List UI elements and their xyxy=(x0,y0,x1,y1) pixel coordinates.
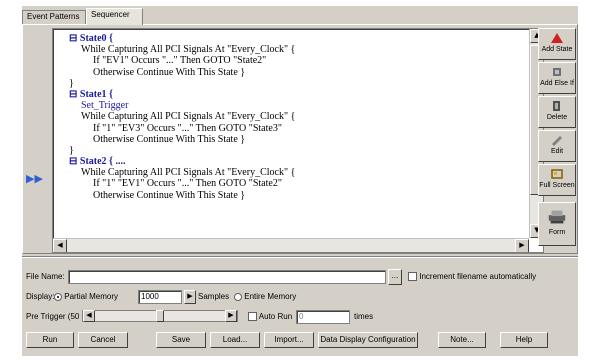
samples-input[interactable]: 1000 xyxy=(138,290,182,304)
add-state-button[interactable]: Add State xyxy=(538,28,576,60)
note-button[interactable]: Note... xyxy=(438,332,486,348)
sequencer-editor[interactable]: ⊟ State0 {While Capturing All PCI Signal… xyxy=(52,28,544,253)
delete-icon xyxy=(553,101,560,111)
entire-memory-radio[interactable]: Entire Memory xyxy=(234,292,296,301)
full-screen-label: Full Screen xyxy=(539,182,575,189)
display-label: Display: xyxy=(26,292,55,301)
code-line[interactable]: Set_Trigger xyxy=(59,100,523,111)
form-label: Form xyxy=(548,229,566,236)
save-button[interactable]: Save xyxy=(156,332,206,348)
add-else-if-button[interactable]: Add Else If xyxy=(538,62,576,94)
auto-run-checkbox[interactable]: Auto Run xyxy=(248,312,293,322)
file-name-input[interactable] xyxy=(68,270,386,284)
slider-right-icon[interactable]: ▶ xyxy=(225,310,237,322)
form-button[interactable]: Form xyxy=(538,202,576,246)
code-line[interactable]: While Capturing All PCI Signals At "Ever… xyxy=(59,167,523,178)
edit-icon xyxy=(552,136,562,146)
cancel-button[interactable]: Cancel xyxy=(78,332,128,348)
increment-filename-checkbox[interactable]: Increment filename automatically xyxy=(408,272,537,282)
edit-label: Edit xyxy=(550,148,564,155)
samples-label: Samples xyxy=(198,292,230,301)
auto-run-count-value: 0 xyxy=(299,312,304,321)
auto-run-label: Auto Run xyxy=(258,312,293,321)
pretrigger-slider[interactable]: ◀ ▶ xyxy=(82,310,238,322)
load-button[interactable]: Load... xyxy=(210,332,260,348)
entire-memory-radio-dot[interactable] xyxy=(234,292,242,301)
code-line[interactable]: Otherwise Continue With This State } xyxy=(59,67,523,78)
add-state-label: Add State xyxy=(541,46,573,53)
code-line[interactable]: If "1" "EV1" Occurs "..." Then GOTO "Sta… xyxy=(59,178,523,189)
import-button[interactable]: Import... xyxy=(264,332,314,348)
code-line[interactable]: If "1" "EV3" Occurs "..." Then GOTO "Sta… xyxy=(59,123,523,134)
form-icon xyxy=(548,210,566,224)
auto-run-count-input[interactable]: 0 xyxy=(296,310,350,324)
code-line[interactable]: ⊟ State2 { .... xyxy=(59,156,523,167)
tab-sequencer[interactable]: Sequencer xyxy=(86,8,143,25)
full-screen-icon xyxy=(551,169,563,179)
times-label: times xyxy=(354,312,374,321)
code-listing: ⊟ State0 {While Capturing All PCI Signal… xyxy=(59,33,523,201)
code-line[interactable]: Otherwise Continue With This State } xyxy=(59,134,523,145)
code-line[interactable]: ⊟ State0 { xyxy=(59,33,523,44)
samples-value: 1000 xyxy=(141,292,159,301)
partial-memory-radio[interactable]: Partial Memory xyxy=(54,292,118,301)
code-line[interactable]: ⊟ State1 { xyxy=(59,89,523,100)
partial-memory-radio-dot[interactable] xyxy=(54,292,62,301)
current-state-marker-icon: ▶▶ xyxy=(26,172,43,185)
code-line[interactable]: } xyxy=(59,78,523,89)
scroll-right-icon[interactable]: ▶ xyxy=(515,239,529,252)
samples-spin-icon[interactable]: ▶ xyxy=(184,290,196,304)
delete-button[interactable]: Delete xyxy=(538,96,576,128)
divider xyxy=(22,256,578,257)
increment-filename-label: Increment filename automatically xyxy=(419,272,537,281)
code-line[interactable]: If "EV1" Occurs "..." Then GOTO "State2" xyxy=(59,55,523,66)
slider-thumb[interactable] xyxy=(156,310,164,322)
slider-left-icon[interactable]: ◀ xyxy=(83,310,95,322)
code-line[interactable]: Otherwise Continue With This State } xyxy=(59,190,523,201)
add-else-if-label: Add Else If xyxy=(540,80,574,87)
partial-memory-label: Partial Memory xyxy=(64,292,119,301)
run-button[interactable]: Run xyxy=(26,332,74,348)
tab-event-patterns[interactable]: Event Patterns xyxy=(22,10,86,24)
full-screen-button[interactable]: Full Screen xyxy=(538,164,576,196)
browse-button[interactable]: ... xyxy=(388,269,402,285)
help-button[interactable]: Help xyxy=(500,332,548,348)
auto-run-checkbox-box[interactable] xyxy=(248,312,257,322)
file-name-label: File Name: xyxy=(26,272,65,281)
horizontal-scrollbar[interactable]: ◀ ▶ xyxy=(53,238,529,252)
add-state-icon xyxy=(551,33,563,43)
add-else-if-icon xyxy=(553,68,561,76)
entire-memory-label: Entire Memory xyxy=(244,292,297,301)
sequencer-dialog: Event Patterns Sequencer ▶▶ ⊟ State0 {Wh… xyxy=(22,6,578,356)
code-line[interactable]: While Capturing All PCI Signals At "Ever… xyxy=(59,44,523,55)
code-line[interactable]: } xyxy=(59,145,523,156)
data-display-configuration-button[interactable]: Data Display Configuration xyxy=(318,332,418,348)
code-line[interactable]: While Capturing All PCI Signals At "Ever… xyxy=(59,111,523,122)
increment-checkbox-box[interactable] xyxy=(408,272,417,282)
scroll-left-icon[interactable]: ◀ xyxy=(53,239,67,252)
delete-label: Delete xyxy=(546,114,568,121)
edit-button[interactable]: Edit xyxy=(538,130,576,162)
